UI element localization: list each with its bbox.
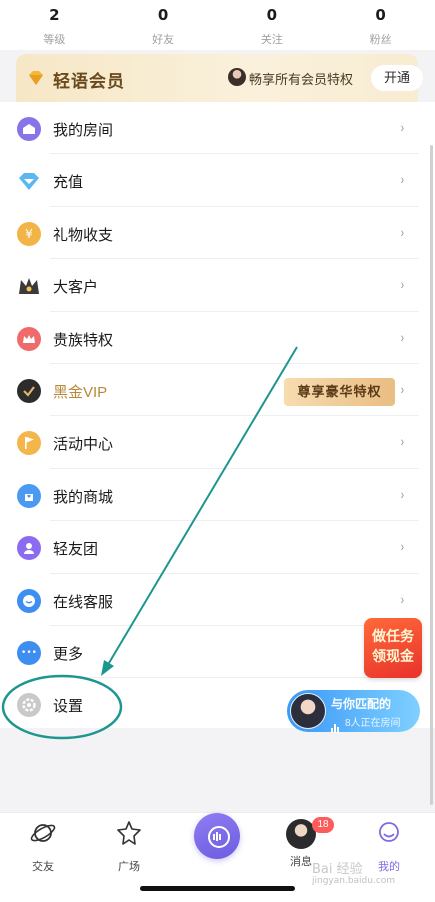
profile-screen: 2 等级 0 好友 0 关注 0 粉丝 轻语会员 畅享所有会员特权 开通 我的房… [0, 0, 435, 902]
stat-label: 等级 [43, 34, 66, 46]
menu-item-gift-income[interactable]: ¥ 礼物收支 › [0, 207, 435, 260]
noble-crown-icon [17, 326, 41, 351]
audio-bars-icon [331, 715, 340, 733]
menu-item-label: 在线客服 [53, 593, 114, 611]
menu-item-label: 更多 [53, 645, 84, 663]
house-icon [17, 117, 41, 141]
stat-value: 0 [157, 6, 169, 24]
stat-value: 0 [266, 6, 278, 24]
chevron-right-icon: › [400, 119, 404, 135]
task-card-line1: 做任务 [372, 628, 414, 644]
menu-item-big-client[interactable]: 大客户 › [0, 259, 435, 312]
stat-friends[interactable]: 0 好友 [109, 0, 218, 50]
vip-title: 轻语会员 [53, 72, 125, 91]
more-dots-icon: ••• [17, 640, 41, 665]
live-room-button[interactable] [194, 813, 240, 859]
diamond-icon [19, 173, 39, 191]
chevron-right-icon: › [400, 538, 404, 555]
gear-icon [17, 693, 41, 718]
watermark-line2: jingyan.baidu.com [312, 876, 396, 886]
menu-item-my-shop[interactable]: 我的商城 › [0, 469, 435, 522]
menu-item-label: 我的商城 [53, 488, 114, 506]
menu-item-black-gold-vip[interactable]: 黑金VIP 尊享豪华特权 › [0, 364, 435, 417]
chevron-right-icon: › [400, 223, 404, 240]
black-gold-badge: 尊享豪华特权 [284, 377, 395, 406]
menu-item-friend-group[interactable]: 轻友团 › [0, 521, 435, 574]
home-indicator[interactable] [140, 886, 295, 891]
stat-value: 2 [49, 6, 60, 24]
chevron-right-icon: › [400, 328, 404, 345]
shopping-bag-icon [17, 483, 41, 508]
task-reward-card[interactable]: 做任务 领现金 [364, 618, 422, 678]
yen-coin-icon: ¥ [17, 221, 41, 246]
crown-icon [19, 278, 39, 295]
watermark: Bai 经验 jingyan.baidu.com [312, 858, 395, 886]
menu-item-recharge[interactable]: 充值 › [0, 154, 435, 207]
menu-item-label: 我的房间 [53, 122, 114, 139]
scrollbar[interactable] [430, 145, 433, 805]
flag-icon [17, 431, 41, 456]
person-icon [17, 536, 41, 561]
stat-level[interactable]: 2 等级 [0, 0, 109, 50]
dots-glyph: ••• [21, 647, 37, 658]
stat-value: 0 [375, 6, 386, 24]
stats-row: 2 等级 0 好友 0 关注 0 粉丝 [0, 0, 435, 50]
menu-item-activity-center[interactable]: 活动中心 › [0, 416, 435, 469]
match-title: 与你匹配的 [331, 697, 392, 711]
menu-item-label: 礼物收支 [53, 226, 114, 244]
tab-label: 广场 [118, 861, 140, 873]
stat-following[interactable]: 0 关注 [218, 0, 327, 50]
menu-item-label: 充值 [53, 174, 84, 192]
vip-open-button[interactable]: 开通 [371, 65, 423, 91]
stat-label: 关注 [260, 34, 283, 46]
menu-item-label: 设置 [53, 698, 84, 716]
chevron-right-icon: › [400, 380, 404, 397]
check-badge-icon [17, 378, 41, 403]
vip-subtitle: 畅享所有会员特权 [249, 72, 354, 87]
watermark-line1: Bai 经验 [312, 862, 363, 877]
menu-item-label: 轻友团 [53, 541, 99, 559]
yen-glyph: ¥ [25, 226, 33, 241]
menu-item-label: 大客户 [53, 279, 99, 297]
tab-label: 交友 [32, 861, 54, 873]
vip-avatar [228, 68, 246, 86]
chevron-right-icon: › [400, 485, 404, 502]
tab-friends[interactable]: 交友 [13, 819, 73, 874]
stat-fans[interactable]: 0 粉丝 [326, 0, 435, 50]
chevron-right-icon: › [400, 433, 404, 450]
chat-bubble-icon [17, 588, 41, 613]
chevron-right-icon: › [400, 276, 404, 293]
menu-item-my-room[interactable]: 我的房间 › [0, 102, 435, 155]
menu-item-label: 黑金VIP [53, 383, 108, 401]
menu-item-label: 活动中心 [53, 436, 114, 454]
star-icon [117, 821, 141, 845]
vip-banner[interactable]: 轻语会员 畅享所有会员特权 开通 [16, 54, 423, 102]
stat-label: 粉丝 [369, 34, 392, 46]
tab-square[interactable]: 广场 [99, 819, 159, 874]
chevron-right-icon: › [400, 171, 404, 188]
profile-icon [379, 822, 399, 842]
chevron-right-icon: › [400, 590, 404, 607]
match-room-card[interactable]: 与你匹配的 8人正在房间 [287, 690, 420, 733]
stat-label: 好友 [152, 34, 175, 46]
menu-item-noble-privilege[interactable]: 贵族特权 › [0, 312, 435, 364]
unread-badge: 18 [312, 817, 334, 833]
menu-item-label: 贵族特权 [53, 331, 114, 349]
planet-icon [30, 824, 56, 842]
match-subtitle: 8人正在房间 [345, 718, 401, 729]
task-card-line2: 领现金 [372, 648, 414, 664]
diamond-icon [29, 71, 43, 85]
match-avatar [290, 693, 326, 729]
mic-center-icon [213, 832, 221, 841]
